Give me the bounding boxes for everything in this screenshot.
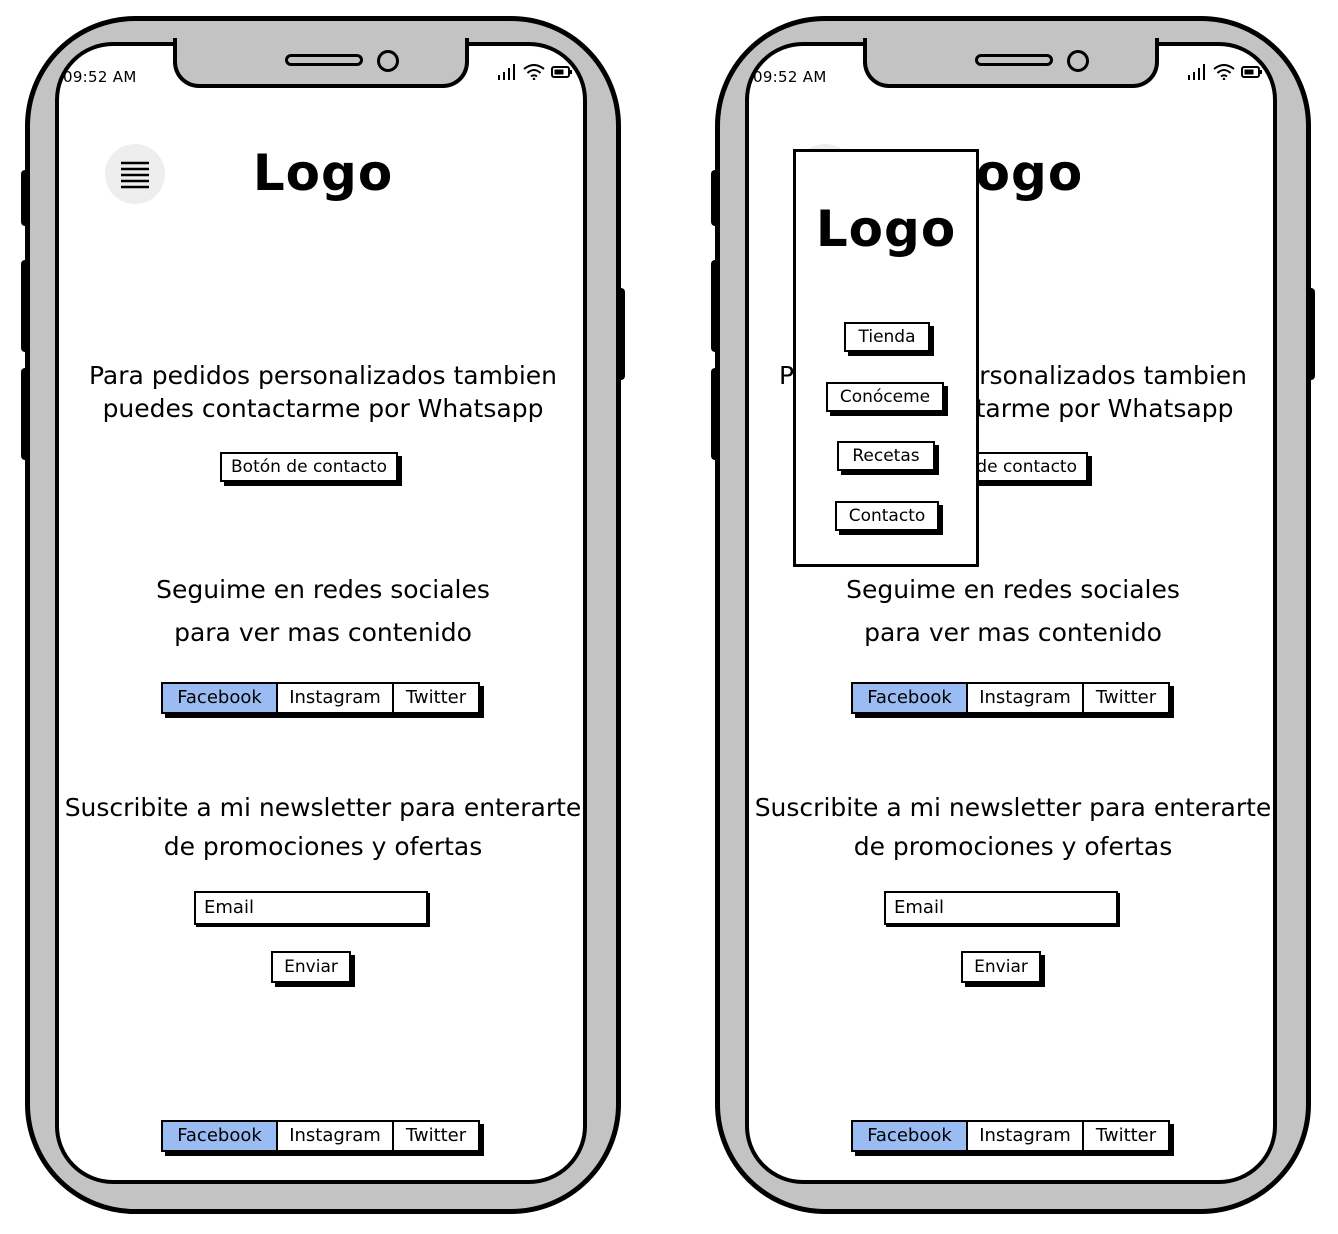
drawer-item-conoceme[interactable]: Conóceme <box>826 382 944 412</box>
social-text-line-2: para ver mas contenido <box>174 618 472 647</box>
social-tab-twitter[interactable]: Twitter <box>1082 684 1168 712</box>
phone-notch <box>863 38 1159 88</box>
submit-button[interactable]: Enviar <box>961 951 1041 983</box>
drawer-item-tienda[interactable]: Tienda <box>844 322 930 352</box>
front-camera <box>1067 50 1089 72</box>
social-tab-facebook[interactable]: Facebook <box>163 684 276 712</box>
footer-tab-facebook[interactable]: Facebook <box>163 1122 276 1150</box>
contact-text-line-1: Para pedidos personalizados tambien <box>88 361 558 390</box>
social-text-line-1: Seguime en redes sociales <box>846 575 1180 604</box>
drawer-logo: Logo <box>815 200 957 258</box>
footer-tab-instagram[interactable]: Instagram <box>966 1122 1082 1150</box>
footer-tab-twitter[interactable]: Twitter <box>392 1122 478 1150</box>
status-icons <box>497 64 573 80</box>
social-text: Seguime en redes sociales para ver mas c… <box>25 568 621 654</box>
speaker-grille <box>975 54 1053 66</box>
social-tabs: Facebook Instagram Twitter <box>161 682 480 714</box>
battery-icon <box>1241 66 1262 78</box>
drawer-item-contacto[interactable]: Contacto <box>835 501 939 531</box>
footer-social-tabs: Facebook Instagram Twitter <box>851 1120 1170 1152</box>
status-icons <box>1187 64 1263 80</box>
submit-button[interactable]: Enviar <box>271 951 351 983</box>
newsletter-text: Suscribite a mi newsletter para enterart… <box>25 788 621 866</box>
social-tab-instagram[interactable]: Instagram <box>276 684 392 712</box>
social-tab-instagram[interactable]: Instagram <box>966 684 1082 712</box>
drawer-item-recetas[interactable]: Recetas <box>837 441 935 471</box>
newsletter-text-line-1: Suscribite a mi newsletter para enterart… <box>64 793 582 822</box>
newsletter-text: Suscribite a mi newsletter para enterart… <box>715 788 1311 866</box>
nav-drawer: Logo Tienda Conóceme Recetas Contacto <box>793 149 979 567</box>
social-tab-twitter[interactable]: Twitter <box>392 684 478 712</box>
social-text-line-1: Seguime en redes sociales <box>156 575 490 604</box>
email-field[interactable]: Email <box>194 891 428 925</box>
logo: Logo <box>252 144 394 202</box>
phone-notch <box>173 38 469 88</box>
footer-tab-twitter[interactable]: Twitter <box>1082 1122 1168 1150</box>
footer-tab-instagram[interactable]: Instagram <box>276 1122 392 1150</box>
social-text-line-2: para ver mas contenido <box>864 618 1162 647</box>
contact-button[interactable]: Botón de contacto <box>220 452 398 482</box>
phone-home-screen: 09:52 AM Logo Para pedidos personalizado… <box>21 16 625 1214</box>
battery-icon <box>551 66 572 78</box>
front-camera <box>377 50 399 72</box>
email-field[interactable]: Email <box>884 891 1118 925</box>
signal-icon <box>1188 64 1205 80</box>
signal-icon <box>498 64 515 80</box>
newsletter-text-line-2: de promociones y ofertas <box>163 832 483 861</box>
social-tab-facebook[interactable]: Facebook <box>853 684 966 712</box>
newsletter-text-line-1: Suscribite a mi newsletter para enterart… <box>754 793 1272 822</box>
status-time: 09:52 AM <box>753 68 827 86</box>
wifi-icon <box>523 64 545 80</box>
newsletter-text-line-2: de promociones y ofertas <box>853 832 1173 861</box>
status-time: 09:52 AM <box>63 68 137 86</box>
phone-menu-open-screen: 09:52 AM Logo Para pedidos personalizado… <box>711 16 1315 1214</box>
social-text: Seguime en redes sociales para ver mas c… <box>715 568 1311 654</box>
contact-text: Para pedidos personalizados tambien pued… <box>25 359 621 425</box>
wifi-icon <box>1213 64 1235 80</box>
footer-social-tabs: Facebook Instagram Twitter <box>161 1120 480 1152</box>
footer-tab-facebook[interactable]: Facebook <box>853 1122 966 1150</box>
contact-text-line-2: puedes contactarme por Whatsapp <box>102 394 544 423</box>
speaker-grille <box>285 54 363 66</box>
social-tabs: Facebook Instagram Twitter <box>851 682 1170 714</box>
